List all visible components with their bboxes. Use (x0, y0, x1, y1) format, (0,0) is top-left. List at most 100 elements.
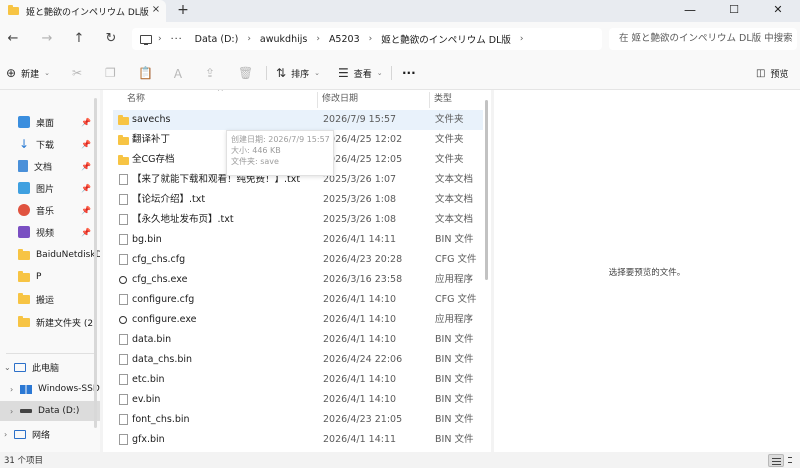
table-row[interactable]: bg.bin 2026/4/1 14:11 BIN 文件 (113, 230, 483, 250)
paste-button[interactable]: 📋 (138, 65, 158, 81)
sidebar-item-label: Windows-SSD (38, 384, 100, 394)
refresh-icon[interactable]: ↻ (102, 30, 120, 48)
sidebar-item-desktop[interactable]: 桌面 📌 (0, 112, 100, 132)
file-name: etc.bin (132, 374, 165, 385)
preview-pane-icon: ◫ (756, 67, 766, 79)
column-header-type[interactable]: 类型 (434, 90, 452, 108)
breadcrumb-awukdhijs[interactable]: awukdhijs (260, 34, 307, 45)
table-row[interactable]: gfx.bin 2026/4/1 14:11 BIN 文件 (113, 430, 483, 450)
sidebar-scrollbar[interactable] (94, 98, 97, 428)
table-row[interactable]: configure.exe 2026/4/1 14:10 应用程序 (113, 310, 483, 330)
sidebar-item-label: 新建文件夹 (2) (36, 318, 97, 329)
rename-icon: Ａ (172, 66, 185, 81)
chevron-right-icon[interactable]: › (10, 407, 20, 416)
file-date: 2026/4/1 14:10 (323, 334, 397, 345)
minimize-icon[interactable]: — (668, 0, 712, 22)
breadcrumb-data-drive[interactable]: Data (D:) (195, 34, 239, 45)
delete-button[interactable]: 🗑 (238, 65, 258, 81)
sidebar-item-banyun[interactable]: 搬运 (0, 289, 100, 309)
sidebar-item-baidunetdisk[interactable]: BaiduNetdiskD (0, 245, 100, 265)
table-row[interactable]: etc.bin 2026/4/1 14:10 BIN 文件 (113, 370, 483, 390)
folder-icon (18, 248, 30, 260)
sidebar-item-music[interactable]: 音乐 📌 (0, 200, 100, 220)
file-icon (119, 294, 128, 305)
app-icon (119, 276, 127, 284)
view-lines-icon: ☰ (338, 66, 349, 80)
table-row[interactable]: data.bin 2026/4/1 14:10 BIN 文件 (113, 330, 483, 350)
file-name: ev.bin (132, 394, 161, 405)
table-row[interactable]: cfg_chs.exe 2026/3/16 23:58 应用程序 (113, 270, 483, 290)
sidebar-item-downloads[interactable]: ↓ 下载 📌 (0, 134, 100, 154)
tab-close-icon[interactable]: × (150, 4, 162, 16)
chevron-right-icon[interactable]: › (10, 385, 20, 394)
chevron-down-icon[interactable]: ⌄ (4, 363, 14, 372)
trash-icon: 🗑 (238, 66, 254, 80)
file-date: 2026/4/23 20:28 (323, 254, 403, 265)
column-divider[interactable] (429, 92, 430, 108)
cut-button[interactable]: ✂ (72, 65, 87, 81)
file-type: BIN 文件 (435, 234, 474, 245)
table-row[interactable]: 【论坛介绍】.txt 2025/3/26 1:08 文本文档 (113, 190, 483, 210)
maximize-icon[interactable]: ☐ (712, 0, 756, 22)
sidebar-item-this-pc[interactable]: ⌄ 此电脑 (0, 357, 100, 377)
breadcrumb-a5203[interactable]: A5203 (329, 34, 360, 45)
sidebar-item-windows-ssd[interactable]: › Windows-SSD (0, 379, 100, 399)
sidebar-item-documents[interactable]: 文档 📌 (0, 156, 100, 176)
preview-pane-button[interactable]: ◫ 预览 (756, 65, 788, 81)
sidebar-item-videos[interactable]: 视频 📌 (0, 222, 100, 242)
search-input[interactable]: 在 姬と艶欲のインペリウム DL版 中搜索 (609, 28, 797, 50)
file-name: bg.bin (132, 234, 162, 245)
file-type: BIN 文件 (435, 434, 474, 445)
tiles-view-button[interactable] (785, 454, 800, 467)
sort-label: 排序 (291, 69, 310, 80)
sidebar-item-p[interactable]: P (0, 267, 100, 287)
new-tab-icon[interactable]: + (176, 2, 190, 18)
up-icon[interactable]: ↑ (70, 30, 88, 48)
column-header-date[interactable]: 修改日期 (322, 90, 358, 108)
forward-icon[interactable]: → (38, 30, 56, 48)
sidebar-item-pictures[interactable]: 图片 📌 (0, 178, 100, 198)
table-row[interactable]: cfg_chs.cfg 2026/4/23 20:28 CFG 文件 (113, 250, 483, 270)
file-list-scrollbar[interactable] (485, 100, 488, 280)
more-options-icon[interactable]: ··· (402, 65, 416, 81)
new-button[interactable]: ⊕ 新建 ⌄ (6, 65, 50, 81)
table-row[interactable]: data_chs.bin 2026/4/24 22:06 BIN 文件 (113, 350, 483, 370)
sidebar-item-label: 桌面 (36, 118, 55, 129)
sidebar-item-label: 搬运 (36, 295, 55, 306)
sidebar-item-label: 网络 (32, 430, 51, 441)
file-icon (119, 334, 128, 345)
breadcrumb-current-folder[interactable]: 姬と艶欲のインペリウム DL版 (381, 32, 511, 46)
table-row[interactable]: font_chs.bin 2026/4/23 21:05 BIN 文件 (113, 410, 483, 430)
column-header-name[interactable]: 名称 (127, 90, 145, 108)
folder-icon (18, 270, 30, 282)
breadcrumb-more[interactable]: ··· (171, 34, 183, 45)
network-icon (14, 429, 26, 439)
sort-button[interactable]: ⇅ 排序 ⌄ (276, 65, 320, 81)
file-icon (119, 174, 128, 185)
table-row[interactable]: savechs 2026/7/9 15:57 文件夹 (113, 110, 483, 130)
share-button[interactable]: ⇪ (205, 65, 220, 81)
table-row[interactable]: ev.bin 2026/4/1 14:10 BIN 文件 (113, 390, 483, 410)
back-icon[interactable]: ← (4, 30, 22, 48)
view-button[interactable]: ☰ 查看 ⌄ (338, 65, 383, 81)
file-icon (119, 414, 128, 425)
sidebar-item-data-drive[interactable]: › Data (D:) (0, 401, 100, 421)
app-icon (119, 316, 127, 324)
sidebar-item-new-folder-2[interactable]: 新建文件夹 (2) (0, 312, 100, 332)
file-type: BIN 文件 (435, 354, 474, 365)
chevron-right-icon[interactable]: › (4, 430, 14, 439)
sidebar-item-label: Data (D:) (38, 406, 80, 416)
rename-button[interactable]: Ａ (172, 65, 189, 81)
active-tab[interactable]: 姬と艶欲のインペリウム DL版 × (0, 0, 166, 22)
table-row[interactable]: configure.cfg 2026/4/1 14:10 CFG 文件 (113, 290, 483, 310)
sidebar-item-network[interactable]: › 网络 (0, 424, 100, 444)
file-icon (119, 254, 128, 265)
file-type: 文本文档 (435, 194, 474, 205)
file-date: 2026/4/1 14:10 (323, 374, 397, 385)
address-bar[interactable]: › ··· Data (D:) › awukdhijs › A5203 › 姬と… (132, 28, 602, 50)
details-view-button[interactable] (768, 454, 784, 467)
column-divider[interactable] (317, 92, 318, 108)
table-row[interactable]: 【永久地址发布页】.txt 2025/3/26 1:08 文本文档 (113, 210, 483, 230)
close-icon[interactable]: ✕ (756, 0, 800, 22)
copy-button[interactable]: ❐ (105, 65, 121, 81)
